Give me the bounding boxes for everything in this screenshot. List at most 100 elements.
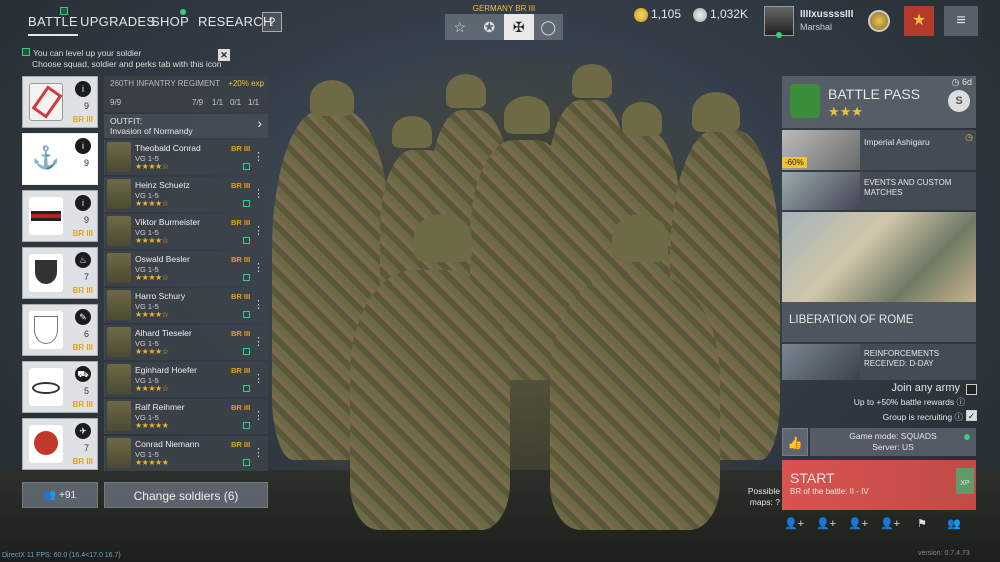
more-options-icon[interactable]: ⋮ [253,446,264,459]
soldier-br: BR III [231,292,251,301]
soldier-name: Theobald Conrad [135,143,201,153]
event-thumbnail [782,172,860,210]
reserve-count: +91 [59,490,77,501]
clock-icon: ◷ [965,132,973,142]
tab-upgrades[interactable]: UPGRADES [80,14,155,29]
soldier-name: Harro Schury [135,291,186,301]
join-any-army-checkbox[interactable] [966,384,977,395]
tab-shop[interactable]: SHOP [151,14,189,29]
more-options-icon[interactable]: ⋮ [253,372,264,385]
invite-friend-icon[interactable]: 👤+ [878,514,902,534]
reinforcements-title: REINFORCEMENTS RECEIVED: D-DAY [864,349,940,368]
event-card[interactable]: -60% Imperial Ashigaru ◷ [782,130,976,170]
gold-amount: 1,105 [651,7,682,21]
more-options-icon[interactable]: ⋮ [253,150,264,163]
soldier-row[interactable]: Viktor Burmeister VG 1-5 ★★★★☆ BR III ⋮ [104,214,268,249]
soldier-name: Ralf Reihmer [135,402,185,412]
tab-battle[interactable]: BATTLE [28,14,78,36]
rome-title[interactable]: LIBERATION OF ROME [782,302,976,342]
squad-card[interactable]: ✈ 7 BR III [22,418,98,470]
invite-friend-icon[interactable]: 👤+ [782,514,806,534]
gold-balance[interactable]: 1,105 [634,7,681,22]
squad-br: BR III [72,286,93,295]
liberation-of-rome-banner[interactable] [782,212,976,302]
soviet-star-icon[interactable]: ✪ [475,14,505,40]
chevron-right-icon: › [257,115,262,131]
squad-card[interactable]: ⚓ i 9 [22,133,98,185]
hint-line1: You can level up your soldier [33,48,142,58]
flag-icon[interactable]: ⚑ [910,514,934,534]
soldier-row[interactable]: Ralf Reihmer VG 1-5 ★★★★★ BR III ⋮ [104,399,268,434]
more-options-icon[interactable]: ⋮ [253,187,264,200]
start-button[interactable]: START BR of the battle: II - IV XP [782,460,976,510]
soldier-avatar [107,290,131,320]
outfit-value: Invasion of Normandy [110,126,193,136]
game-mode-panel[interactable]: Game mode: SQUADS Server: US [810,428,976,456]
squad-card[interactable]: i 9 BR III [22,190,98,242]
soldier-row[interactable]: Oswald Besler VG 1-5 ★★★★☆ BR III ⋮ [104,251,268,286]
thumbs-up-icon[interactable]: 👍 [782,428,808,456]
nation-name: GERMANY [472,4,514,13]
germany-cross-icon[interactable]: ✠ [504,14,534,40]
battle-pass-badge-icon [790,84,820,118]
soldier-avatar [107,401,131,431]
soldier-br: BR III [231,255,251,264]
outfit-selector[interactable]: OUTFIT: Invasion of Normandy › [104,114,268,138]
squad-card[interactable]: ⛟ 5 BR III [22,361,98,413]
start-title: START [790,470,835,486]
info-icon[interactable]: ⓘ [954,412,963,422]
soldier-row[interactable]: Eginhard Hoefer VG 1-5 ★★★★☆ BR III ⋮ [104,362,268,397]
reinforcements-card[interactable]: REINFORCEMENTS RECEIVED: D-DAY [782,344,976,380]
silver-balance[interactable]: 1,032K [693,7,748,22]
group-recruiting-checkbox[interactable]: ✓ [966,410,977,421]
rank-medal-icon[interactable] [868,10,890,32]
change-soldiers-button[interactable]: Change soldiers (6) [104,482,268,508]
possible-maps-label[interactable]: Possible maps: ? [740,486,780,508]
menu-hamburger-icon[interactable]: ≡ [944,6,978,36]
more-options-icon[interactable]: ⋮ [253,224,264,237]
discount-badge: -60% [782,157,807,168]
help-button[interactable]: ? [262,12,282,32]
soldier-name: Viktor Burmeister [135,217,201,227]
soldier-name: Oswald Besler [135,254,190,264]
soldier-avatar [107,438,131,468]
xp-boost-icon[interactable]: XP [956,468,974,494]
info-icon: i [75,195,91,211]
more-options-icon[interactable]: ⋮ [253,409,264,422]
help-icon: ? [775,497,780,507]
event-card[interactable]: EVENTS AND CUSTOM MATCHES [782,172,976,210]
invite-friend-icon[interactable]: 👤+ [814,514,838,534]
soldier-name: Eginhard Hoefer [135,365,197,375]
soldier-stars: ★★★★☆ [135,273,169,282]
soldier-stars: ★★★★★ [135,421,169,430]
squad-count: 7 [83,272,89,282]
upgrade-icon [243,237,250,244]
slot-count: 0/1 [230,98,242,107]
nation-label: GERMANY BR III [445,4,563,13]
soldier-row[interactable]: Heinz Schuetz VG 1-5 ★★★★☆ BR III ⋮ [104,177,268,212]
japan-circle-icon[interactable]: ◯ [534,14,564,40]
regiment-panel: 260TH INFANTRY REGIMENT +20% exp 9/9 7/9… [104,76,268,112]
squad-card[interactable]: i 9 BR III [22,76,98,128]
soldier-br: BR III [231,329,251,338]
info-icon[interactable]: ⓘ [956,397,965,407]
squad-card[interactable]: ♨ 7 BR III [22,247,98,299]
close-hint-icon[interactable]: ✕ [218,49,230,61]
squad-card[interactable]: ✎ 6 BR III [22,304,98,356]
battle-pass-card[interactable]: BATTLE PASS ★★★ ◷ 6d S [782,76,976,128]
allies-star-icon[interactable]: ☆ [445,14,475,40]
notifications-star-icon[interactable]: ★ [904,6,934,36]
slot-count: 1/1 [212,98,224,107]
soldier-row[interactable]: Harro Schury VG 1-5 ★★★★☆ BR III ⋮ [104,288,268,323]
soldier-row[interactable]: Alhard Tieseler VG 1-5 ★★★★☆ BR III ⋮ [104,325,268,360]
more-options-icon[interactable]: ⋮ [253,335,264,348]
soldier-count: 9/9 [110,98,122,107]
soldier-row[interactable]: Theobald Conrad VG 1-5 ★★★★☆ BR III ⋮ [104,140,268,175]
more-options-icon[interactable]: ⋮ [253,298,264,311]
soldier-row[interactable]: Conrad Niemann VG 1-5 ★★★★★ BR III ⋮ [104,436,268,471]
more-options-icon[interactable]: ⋮ [253,261,264,274]
bonus-label: Up to +50% battle rewards ⓘ [830,396,965,408]
reserve-button[interactable]: 👥 +91 [22,482,98,508]
invite-friend-icon[interactable]: 👤+ [846,514,870,534]
group-icon[interactable]: 👥 [942,514,966,534]
